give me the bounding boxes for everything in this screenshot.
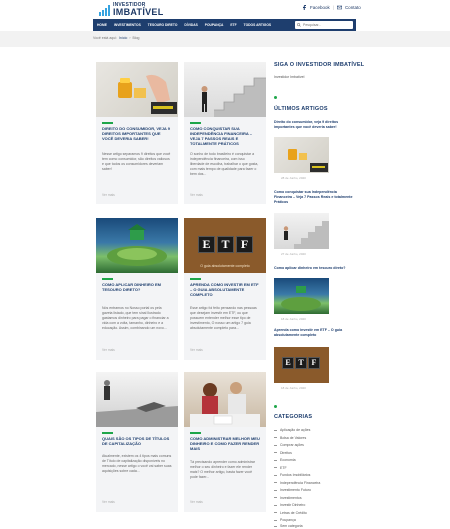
nav-item-poupanca[interactable]: POUPANÇA [205,23,224,27]
follow-page-link[interactable]: Investidor Imbatível [274,75,304,79]
latest-article-title[interactable]: Direito do consumidor, veja 9 direitos i… [274,120,354,130]
site-logo[interactable]: INVESTIDOR IMBATÍVEL [99,2,164,17]
article-card[interactable]: DIREITO DO CONSUMIDOR, VEJA 9 DIREITOS I… [96,62,178,204]
category-item[interactable]: Poupança [274,518,296,522]
latest-article-thumbnail[interactable]: E T F [274,347,329,383]
article-image[interactable] [184,62,266,117]
article-excerpt: O sonho de todo brasileiro é conquistar … [190,152,259,176]
breadcrumb-prefix: Você está aqui: [93,36,117,40]
facebook-icon[interactable] [302,5,307,10]
article-title[interactable]: DIREITO DO CONSUMIDOR, VEJA 9 DIREITOS I… [102,126,172,141]
article-image[interactable] [96,372,178,427]
breadcrumb-bar [0,31,450,47]
category-item[interactable]: Economia [274,458,296,462]
divider-dot [274,96,277,99]
mail-icon[interactable] [336,5,342,10]
article-card[interactable]: COMO CONQUISTAR SUA INDEPENDÊNCIA FINANC… [184,62,266,204]
top-header: INVESTIDOR IMBATÍVEL Facebook | Contato [0,0,450,19]
category-item[interactable]: Bolsa de Valores [274,436,306,440]
logo-line2: IMBATÍVEL [113,7,164,17]
category-item[interactable]: ETF [274,466,287,470]
article-image[interactable] [96,218,178,273]
contact-link[interactable]: Contato [345,5,361,10]
category-item[interactable]: Investimento Futuro [274,488,311,492]
etf-letter-e: E [198,236,215,253]
category-item[interactable]: Aplicação de ações [274,428,310,432]
latest-article-date: 28 de Junho, 2020 [281,176,306,180]
nav-item-home[interactable]: HOME [97,23,107,27]
breadcrumb-current: Blog [132,36,140,40]
article-excerpt: Nesse artigo separamos 9 direitos que vo… [102,152,171,171]
breadcrumb-home[interactable]: Início [119,36,127,40]
etf-caption: O guia absolutamente completo [200,264,250,268]
main-navigation: HOME INVESTIMENTOS TESOURO DIRETO DÍVIDA… [93,19,356,31]
article-card[interactable]: COMO APLICAR DINHEIRO EM TESOURO DIRETO?… [96,218,178,360]
breadcrumb-separator: › [129,36,131,40]
category-item[interactable]: Investimentos [274,496,302,500]
read-more-link[interactable]: Ver mais [102,193,115,197]
etf-letter-t: T [295,357,307,369]
latest-article-date: 18 de Junho, 2020 [281,386,306,390]
categories-heading: CATEGORIAS [274,414,313,420]
etf-letter-t: T [217,236,234,253]
etf-letter-e: E [282,357,294,369]
nav-item-investimentos[interactable]: INVESTIMENTOS [114,23,141,27]
nav-item-tesouro-direto[interactable]: TESOURO DIRETO [148,23,178,27]
article-image[interactable]: E T F O guia absolutamente completo [184,218,266,273]
logo-bars-icon [99,4,111,16]
category-item[interactable]: Sem categoria [274,524,303,528]
read-more-link[interactable]: Ver mais [190,348,203,352]
social-links: Facebook | Contato [302,5,361,10]
read-more-link[interactable]: Ver mais [190,193,203,197]
article-excerpt: Nós entramos no Nosso portal os pela gav… [102,306,169,330]
latest-article-thumbnail[interactable] [274,137,329,173]
article-title[interactable]: COMO APLICAR DINHEIRO EM TESOURO DIRETO? [102,282,172,292]
latest-article-date: 27 de Junho, 2020 [281,252,306,256]
search-input[interactable] [303,22,351,28]
article-title[interactable]: COMO ADMINISTRAR MELHOR MEU DINHEIRO E C… [190,436,260,451]
article-image[interactable] [184,372,266,427]
divider-dot [274,405,277,408]
breadcrumb: Você está aqui: Início › Blog [93,36,140,40]
category-item[interactable]: Letras de Crédito [274,511,307,515]
article-card[interactable]: COMO ADMINISTRAR MELHOR MEU DINHEIRO E C… [184,372,266,512]
latest-article-title[interactable]: Como conquistar sua Independência Financ… [274,190,354,205]
read-more-link[interactable]: Ver mais [190,500,203,504]
follow-heading: SIGA O INVESTIDOR IMBATÍVEL [274,62,365,68]
category-item[interactable]: Comprar ações [274,443,304,447]
facebook-link[interactable]: Facebook [310,5,330,10]
category-item[interactable]: Independência Financeira [274,481,320,485]
category-item[interactable]: Fundos Imobiliários [274,473,310,477]
search-box[interactable] [295,21,353,29]
nav-item-dividas[interactable]: DÍVIDAS [184,23,197,27]
article-title[interactable]: COMO CONQUISTAR SUA INDEPENDÊNCIA FINANC… [190,126,260,146]
nav-item-etf[interactable]: ETF [230,23,236,27]
read-more-link[interactable]: Ver mais [102,348,115,352]
latest-article-thumbnail[interactable] [274,278,329,314]
separator: | [332,5,334,10]
latest-article-title[interactable]: Aprenda como investir em ETF – O guia ab… [274,328,354,338]
article-image[interactable] [96,62,178,117]
read-more-link[interactable]: Ver mais [102,500,115,504]
article-excerpt: Atualmente, existem os 4 tipos mais comu… [102,454,172,473]
article-card[interactable]: E T F O guia absolutamente completo APRE… [184,218,266,360]
category-item[interactable]: Investir Dinheiro [274,503,305,507]
latest-article-date: 18 de Junho, 2020 [281,317,306,321]
etf-letter-f: F [236,236,253,253]
latest-article-title[interactable]: Como aplicar dinheiro em tesouro direto? [274,266,354,271]
latest-article-thumbnail[interactable] [274,213,329,249]
article-title[interactable]: QUAIS SÃO OS TIPOS DE TÍTULOS DE CAPITAL… [102,436,172,446]
search-icon[interactable] [297,23,301,27]
article-title[interactable]: APRENDA COMO INVESTIR EM ETF – O GUIA AB… [190,282,260,297]
article-card[interactable]: QUAIS SÃO OS TIPOS DE TÍTULOS DE CAPITAL… [96,372,178,512]
article-excerpt: Esse artigo foi feito pensando nas pesso… [190,306,257,330]
etf-letter-f: F [308,357,320,369]
category-item[interactable]: Direitos [274,451,292,455]
latest-articles-heading: ÚLTIMOS ARTIGOS [274,106,328,112]
article-excerpt: Tá precisando aprender como administrar … [190,460,255,479]
nav-item-todos-artigos[interactable]: TODOS ARTIGOS [244,23,271,27]
